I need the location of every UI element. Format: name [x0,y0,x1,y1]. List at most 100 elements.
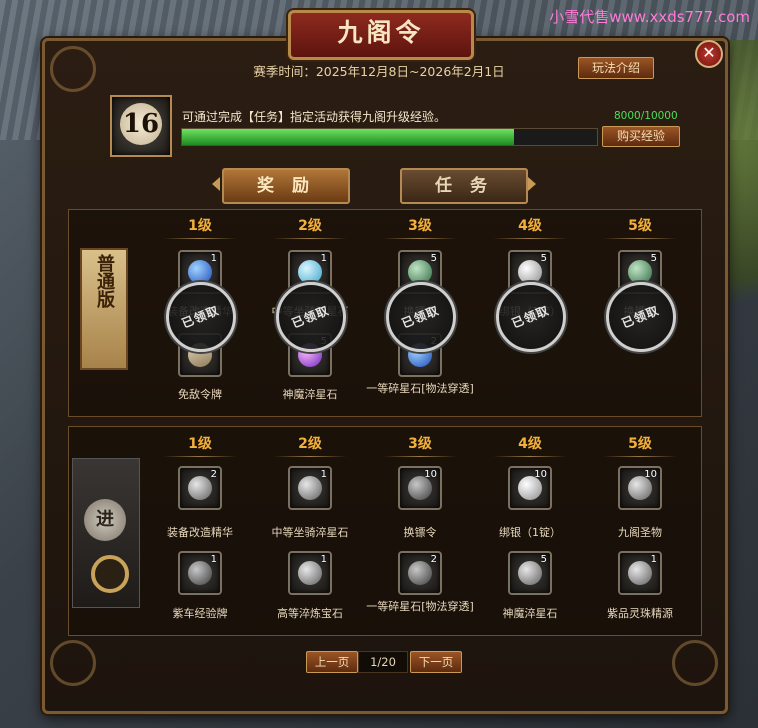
reward-slot[interactable]: 2 [178,466,222,510]
item-name: 高等淬炼宝石 [277,607,343,620]
tier-divider [493,238,567,239]
prev-page-button[interactable]: 上一页 [306,651,358,673]
exp-description: 可通过完成【任务】指定活动获得九阁升级经验。 [182,110,447,124]
tier-divider [493,456,567,457]
item-name: 装备改造精华 [167,526,233,539]
normal-version-label: 普通版 [94,254,115,308]
tier-label: 1级 [188,218,212,234]
reward-slot[interactable]: 1 [178,551,222,595]
item-name: 紫车经验牌 [172,607,228,620]
reward-slot[interactable]: 5 [508,551,552,595]
next-page-button[interactable]: 下一页 [410,651,462,673]
cyan-gem-icon [298,260,322,284]
tier-label: 1级 [188,436,212,452]
jade-token-icon [628,260,652,284]
item-qty: 1 [320,469,327,480]
tab-arrow-left-icon [212,177,220,191]
reward-slot[interactable]: 10 [618,466,662,510]
tier-divider [603,238,677,239]
silver-ingot-icon [518,260,542,284]
item-qty: 10 [424,469,437,480]
reward-slot[interactable]: 10 [398,466,442,510]
grey-gem-icon [298,476,322,500]
tier-divider [163,456,237,457]
tier-divider [163,238,237,239]
tier-label: 5级 [628,218,652,234]
exp-progress-text: 8000/10000 [614,110,678,122]
item-qty: 10 [534,469,547,480]
item-name: 一等碎星石[物法穿透] [366,600,474,613]
grey-gem-icon [298,561,322,585]
claimed-stamp: 已领取 [276,282,346,352]
normal-version-badge: 普通版 [80,248,128,370]
tier-label: 3级 [408,218,432,234]
blue-gem-icon [188,260,212,284]
tier-label: 4级 [518,218,542,234]
item-name: 换镖令 [403,526,437,539]
tab-reward[interactable]: 奖 励 [222,168,350,204]
claimed-stamp: 已领取 [166,282,236,352]
jade-token-icon [408,260,432,284]
lock-icon [91,555,129,593]
item-qty: 2 [430,554,437,565]
item-qty: 2 [210,469,217,480]
tab-arrow-right-icon [528,177,536,191]
level-number: 16 [120,103,162,145]
advanced-version-badge: 进 [72,458,140,608]
tier-divider [273,238,347,239]
claimed-stamp: 已领取 [386,282,456,352]
item-qty: 5 [540,253,547,264]
item-qty: 1 [210,554,217,565]
item-name: 绑银（1锭） [499,526,561,539]
tier-divider [383,456,457,457]
tier-label: 2级 [298,436,322,452]
item-name: 神魔淬星石 [502,607,558,620]
grey-card-icon [188,561,212,585]
item-qty: 5 [430,253,437,264]
item-name: 紫品灵珠精源 [607,607,673,620]
item-name: 免敌令牌 [178,388,222,401]
grey-shard-icon [408,561,432,585]
exp-progress-fill [182,129,514,145]
close-icon: ✕ [702,43,716,62]
item-qty: 5 [540,554,547,565]
tier-divider [383,238,457,239]
advanced-version-label: 进 [84,499,126,541]
reward-slot[interactable]: 1 [288,551,332,595]
tier-divider [603,456,677,457]
tab-task[interactable]: 任 务 [400,168,528,204]
item-qty: 1 [210,253,217,264]
exp-progress-bar [181,128,598,146]
item-name: 中等坐骑淬星石 [271,526,349,539]
item-name: 神魔淬星石 [282,388,338,401]
tier-label: 5级 [628,436,652,452]
corner-ornament [50,640,96,686]
claimed-stamp: 已领取 [606,282,676,352]
corner-ornament [672,640,718,686]
grey-orb-icon [628,561,652,585]
watermark-text: 小雪代售www.xxds777.com [549,8,750,26]
item-qty: 1 [650,554,657,565]
title-plate: 九阁令 [288,10,474,60]
item-qty: 1 [320,554,327,565]
tier-label: 4级 [518,436,542,452]
buy-exp-button[interactable]: 购买经验 [602,126,680,147]
grey-gem-icon [518,561,542,585]
item-name: 一等碎星石[物法穿透] [366,382,474,395]
claimed-stamp: 已领取 [496,282,566,352]
page-title: 九阁令 [337,18,425,47]
tier-label: 2级 [298,218,322,234]
reward-slot[interactable]: 2 [398,551,442,595]
tier-label: 3级 [408,436,432,452]
item-qty: 5 [650,253,657,264]
reward-slot[interactable]: 10 [508,466,552,510]
item-qty: 1 [320,253,327,264]
reward-slot[interactable]: 1 [288,466,332,510]
grey-gem-icon [188,476,212,500]
item-name: 九阁圣物 [618,526,662,539]
rules-button[interactable]: 玩法介绍 [578,57,654,79]
page-indicator: 1/20 [358,651,408,673]
tier-divider [273,456,347,457]
level-badge: 16 [110,95,172,157]
reward-slot[interactable]: 1 [618,551,662,595]
